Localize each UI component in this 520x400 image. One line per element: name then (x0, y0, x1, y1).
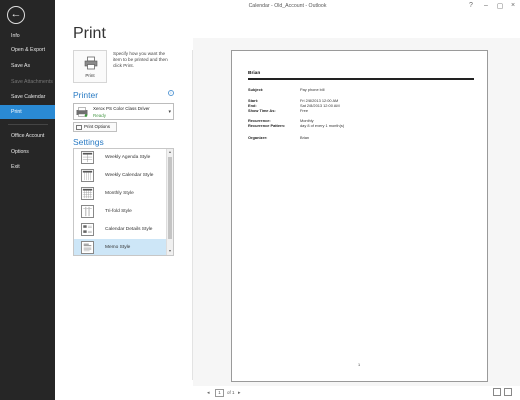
sidebar-item-options[interactable]: Options (0, 145, 55, 159)
help-icon[interactable]: ? (466, 2, 476, 9)
printer-status: Ready (93, 113, 107, 118)
style-weekly-agenda[interactable]: Weekly Agenda Style (74, 149, 167, 167)
multiple-pages-icon[interactable] (504, 388, 512, 396)
actual-size-icon[interactable] (493, 388, 501, 396)
next-page-icon[interactable]: ▸ (238, 390, 241, 396)
memo-row-show-time-as: Show Time As: Free (248, 108, 308, 113)
weekly-calendar-icon (81, 169, 94, 182)
style-label: Memo Style (105, 245, 131, 250)
printer-icon (84, 56, 98, 70)
style-label: Calendar Details Style (105, 227, 153, 232)
title-bar: Calendar - Old_Account - Outlook ? – ▢ × (55, 0, 520, 14)
print-description: Specify how you want the item to be prin… (113, 51, 168, 68)
sidebar-item-print[interactable]: Print (0, 105, 55, 119)
style-label: Monthly Style (105, 191, 134, 196)
page-setup-icon (76, 124, 82, 130)
settings-heading: Settings (73, 137, 104, 147)
maximize-icon[interactable]: ▢ (495, 2, 505, 10)
style-tri-fold[interactable]: Tri-fold Style (74, 203, 167, 221)
memo-header-rule (248, 78, 474, 80)
previous-page-icon[interactable]: ◂ (207, 390, 210, 396)
scroll-up-icon[interactable]: ▲ (167, 150, 173, 154)
sidebar-item-save-calendar[interactable]: Save Calendar (0, 90, 55, 104)
style-label: Weekly Calendar Style (105, 173, 154, 178)
print-button-label: Print (85, 73, 95, 78)
scrollbar-thumb[interactable] (168, 157, 172, 239)
style-calendar-details[interactable]: Calendar Details Style (74, 221, 167, 239)
preview-page: Brian Subject: Pay phone bill Start: Fri 2… (231, 50, 488, 382)
scroll-down-icon[interactable]: ▼ (167, 249, 173, 253)
memo-icon (81, 241, 94, 254)
minimize-icon[interactable]: – (481, 2, 491, 9)
page-title: Print (73, 25, 106, 42)
close-icon[interactable]: × (508, 2, 518, 9)
memo-row-recurrence-pattern: Recurrence Pattern: day 8 of every 1 mont… (248, 123, 345, 128)
printer-device-icon (76, 107, 88, 117)
style-label: Tri-fold Style (105, 209, 132, 214)
sidebar-item-save-attachments: Save Attachments (11, 79, 53, 85)
style-weekly-calendar[interactable]: Weekly Calendar Style (74, 167, 167, 185)
monthly-calendar-icon (81, 187, 94, 200)
sidebar-item-save-as[interactable]: Save As (0, 59, 55, 73)
print-button[interactable]: Print (73, 50, 107, 83)
window-title: Calendar - Old_Account - Outlook (248, 3, 327, 9)
chevron-down-icon: ▾ (168, 109, 171, 115)
style-monthly[interactable]: Monthly Style (74, 185, 167, 203)
sidebar-item-exit[interactable]: Exit (0, 160, 55, 174)
weekly-agenda-icon (81, 151, 94, 164)
printer-heading: Printer (73, 90, 99, 100)
sidebar-item-office-account[interactable]: Office Account (0, 129, 55, 143)
style-memo[interactable]: Memo Style (74, 239, 167, 255)
preview-page-number: 1 (358, 363, 361, 367)
back-arrow-icon[interactable]: ← (7, 6, 25, 24)
style-label: Weekly Agenda Style (105, 155, 151, 160)
backstage-sidebar: ← Info Open & Export Save As Save Attach… (0, 0, 55, 400)
print-style-list: Weekly Agenda Style Weekly Calendar Styl… (73, 148, 174, 256)
sidebar-item-open-export[interactable]: Open & Export (0, 43, 55, 57)
print-options-button[interactable]: Print Options (73, 122, 117, 132)
page-count-text: of 1 (227, 390, 235, 395)
printer-dropdown[interactable]: Xerox PS Color Class Driver Ready ▾ (73, 103, 174, 120)
info-icon[interactable]: i (168, 90, 174, 96)
memo-row-organizer: Organizer: Brian (248, 135, 310, 140)
page-number-input[interactable]: 1 (215, 388, 224, 397)
sidebar-item-info[interactable]: Info (0, 29, 55, 43)
memo-header-name: Brian (248, 71, 261, 76)
print-options-label: Print Options (84, 124, 111, 129)
memo-row-subject: Subject: Pay phone bill (248, 87, 325, 92)
printer-name: Xerox PS Color Class Driver (93, 106, 150, 111)
sidebar-divider (8, 124, 48, 125)
calendar-details-icon (81, 223, 94, 236)
outlook-backstage-window: ← Info Open & Export Save As Save Attach… (0, 0, 520, 400)
tri-fold-icon (81, 205, 94, 218)
style-list-scrollbar[interactable]: ▲ ▼ (166, 149, 173, 255)
